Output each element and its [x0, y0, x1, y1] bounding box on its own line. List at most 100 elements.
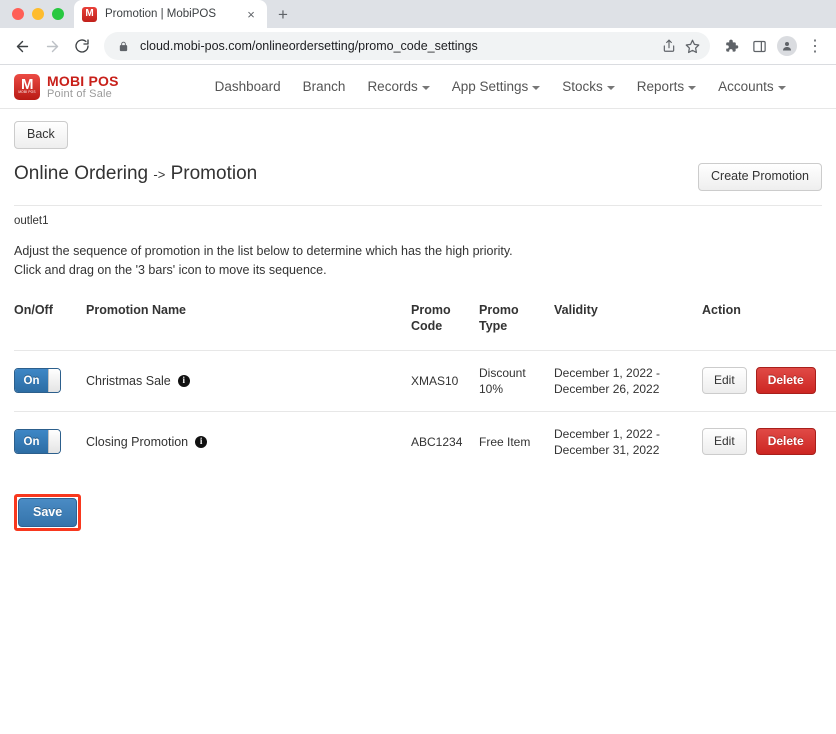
column-header-promo-code-line1: Promo: [411, 302, 451, 317]
brand-tagline: Point of Sale: [47, 87, 112, 100]
page-title-sub: Promotion: [170, 162, 258, 184]
cell-name: Closing Promotion i: [86, 410, 411, 472]
browser-tab[interactable]: M Promotion | MobiPOS ×: [74, 0, 267, 28]
main-content: Back Online Ordering -> Promotion Create…: [0, 109, 836, 532]
delete-button[interactable]: Delete: [755, 366, 816, 395]
toggle-state-label: On: [15, 369, 48, 392]
nav-item-stocks[interactable]: Stocks: [551, 79, 626, 94]
nav-label: Records: [367, 79, 418, 94]
column-header-promo-code-line2: Code: [411, 318, 443, 333]
info-icon[interactable]: i: [177, 374, 190, 387]
lock-icon: [116, 39, 131, 54]
nav-item-app-settings[interactable]: App Settings: [441, 79, 552, 94]
save-button[interactable]: Save: [18, 497, 78, 528]
create-promotion-button[interactable]: Create Promotion: [698, 162, 822, 191]
chevron-down-icon: [777, 85, 786, 90]
column-header-validity: Validity: [554, 302, 598, 317]
page-content: M MOBI POS MOBI POS Point of Sale Dashbo…: [0, 65, 836, 734]
browser-toolbar: cloud.mobi-pos.com/onlineordersetting/pr…: [0, 28, 836, 64]
cell-name: Christmas Sale i: [86, 349, 411, 411]
nav-menu: Dashboard Branch Records App Settings St…: [204, 79, 797, 94]
logo-letter: M: [21, 75, 34, 93]
nav-item-reports[interactable]: Reports: [626, 79, 707, 94]
delete-button[interactable]: Delete: [755, 427, 816, 456]
column-header-action: Action: [702, 302, 741, 317]
page-title-main: Online Ordering: [14, 162, 149, 184]
cell-promo-type: Discount 10%: [479, 349, 554, 411]
row-actions: Edit Delete: [702, 366, 836, 395]
cell-promo-code: ABC1234: [411, 410, 479, 472]
promotion-name: Closing Promotion i: [86, 434, 208, 450]
page-title-row: Online Ordering -> Promotion Create Prom…: [14, 162, 822, 191]
column-header-promo-code: Promo Code: [411, 302, 479, 351]
side-panel-icon[interactable]: [746, 33, 772, 59]
nav-item-records[interactable]: Records: [356, 79, 440, 94]
bookmark-star-icon[interactable]: [685, 39, 700, 54]
cell-onoff: On: [14, 349, 86, 411]
nav-label: Accounts: [718, 79, 774, 94]
mobipos-logo-icon: M MOBI POS: [14, 73, 40, 100]
minimize-window-button[interactable]: [32, 8, 44, 20]
back-button[interactable]: Back: [14, 121, 68, 149]
promotion-name-text: Christmas Sale: [86, 373, 171, 388]
save-row: Save: [14, 493, 822, 532]
maximize-window-button[interactable]: [52, 8, 64, 20]
toggle-state-label: On: [15, 430, 48, 453]
nav-item-accounts[interactable]: Accounts: [707, 79, 797, 94]
browser-window: M Promotion | MobiPOS × + cloud.mobi-pos…: [0, 0, 836, 734]
page-title: Online Ordering -> Promotion: [14, 163, 257, 186]
nav-item-dashboard[interactable]: Dashboard: [204, 79, 292, 94]
edit-button[interactable]: Edit: [702, 427, 747, 456]
instructions-line-2: Click and drag on the '3 bars' icon to m…: [14, 262, 327, 277]
column-header-promo-type-line2: Type: [479, 318, 508, 333]
site-navbar: M MOBI POS MOBI POS Point of Sale Dashbo…: [0, 65, 836, 109]
url-text: cloud.mobi-pos.com/onlineordersetting/pr…: [140, 39, 478, 53]
instructions-line-1: Adjust the sequence of promotion in the …: [14, 243, 513, 258]
brand-logo[interactable]: M MOBI POS MOBI POS Point of Sale: [14, 72, 119, 100]
mobipos-favicon-icon: M: [82, 6, 97, 22]
nav-item-branch[interactable]: Branch: [292, 79, 357, 94]
page-title-arrow: ->: [153, 166, 166, 182]
close-window-button[interactable]: [12, 8, 24, 20]
info-icon[interactable]: i: [195, 435, 208, 448]
nav-label: App Settings: [451, 79, 529, 94]
row-actions: Edit Delete: [702, 427, 836, 456]
brand-name: MOBI POS: [47, 72, 119, 89]
promotion-name-text: Closing Promotion: [86, 434, 189, 449]
outlet-label: outlet1: [14, 214, 49, 227]
forward-nav-icon[interactable]: [38, 32, 66, 60]
cell-validity: December 1, 2022 - December 26, 2022: [554, 349, 702, 411]
avatar: [777, 36, 797, 56]
new-tab-button[interactable]: +: [269, 0, 297, 28]
cell-action: Edit Delete: [702, 410, 836, 472]
window-controls: [8, 0, 74, 28]
nav-label: Branch: [302, 79, 346, 94]
cell-validity: December 1, 2022 - December 31, 2022: [554, 410, 702, 472]
extensions-icon[interactable]: [718, 33, 744, 59]
table-row: On Closing Promotion i ABC1234 Free Item: [14, 410, 836, 472]
promotion-toggle[interactable]: On: [14, 368, 61, 393]
column-header-onoff: On/Off: [14, 302, 53, 317]
address-bar[interactable]: cloud.mobi-pos.com/onlineordersetting/pr…: [104, 32, 710, 60]
promotion-name: Christmas Sale i: [86, 373, 190, 389]
chevron-down-icon: [688, 85, 697, 90]
cell-promo-code: XMAS10: [411, 349, 479, 411]
close-tab-icon[interactable]: ×: [243, 6, 259, 22]
share-icon[interactable]: [661, 39, 676, 54]
logo-mark-sub: MOBI POS: [18, 89, 36, 94]
profile-icon[interactable]: [774, 33, 800, 59]
back-button-row: Back: [14, 109, 822, 149]
edit-button[interactable]: Edit: [702, 366, 747, 395]
table-header-row: On/Off Promotion Name Promo Code Promo T…: [14, 302, 836, 351]
back-nav-icon[interactable]: [8, 32, 36, 60]
chevron-down-icon: [606, 85, 615, 90]
table-row: On Christmas Sale i XMAS10 Discount 10%: [14, 349, 836, 411]
chevron-down-icon: [532, 85, 541, 90]
cell-promo-type: Free Item: [479, 410, 554, 472]
promotion-toggle[interactable]: On: [14, 429, 61, 454]
table-body: On Christmas Sale i XMAS10 Discount 10%: [14, 349, 836, 472]
cell-action: Edit Delete: [702, 349, 836, 411]
chrome-menu-icon[interactable]: ⋮: [802, 33, 828, 59]
chevron-down-icon: [421, 85, 430, 90]
reload-icon[interactable]: [68, 32, 96, 60]
